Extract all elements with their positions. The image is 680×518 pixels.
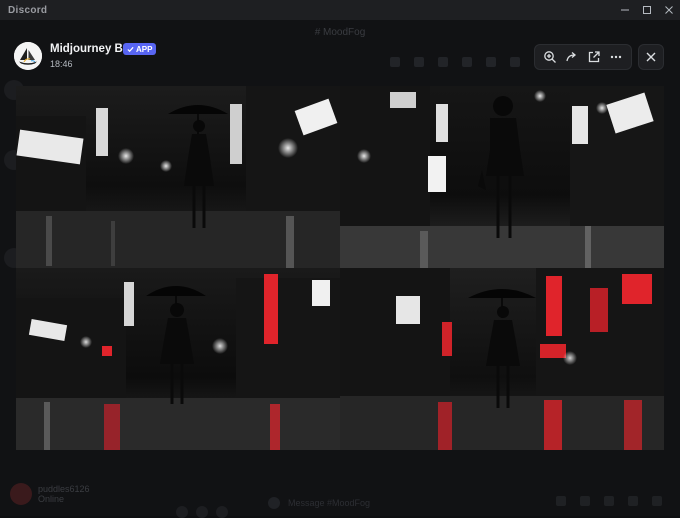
- rainy-street-image-4: [340, 268, 664, 450]
- generated-image-3[interactable]: [16, 268, 340, 450]
- app-badge: APP: [123, 43, 157, 55]
- sailboat-logo-icon: [14, 42, 42, 70]
- rainy-street-image-3: [16, 268, 340, 450]
- more-dots-icon: [610, 55, 622, 59]
- open-external-icon: [588, 51, 600, 63]
- forward-arrow-icon: [566, 52, 577, 62]
- window-controls: [614, 0, 680, 20]
- app-badge-label: APP: [136, 44, 153, 54]
- emoji-icon: [628, 496, 638, 506]
- sticker-icon: [604, 496, 614, 506]
- voice-controls: [176, 506, 228, 518]
- input-tools: [556, 496, 662, 506]
- verified-check-icon: [127, 46, 134, 52]
- app-name: Discord: [8, 4, 48, 16]
- viewer-header: Midjourney Bot APP 18:46: [0, 38, 680, 78]
- viewer-action-bar: [534, 44, 632, 70]
- minimize-button[interactable]: [614, 0, 636, 20]
- maximize-button[interactable]: [636, 0, 658, 20]
- mic-icon: [176, 506, 188, 518]
- gift-icon: [556, 496, 566, 506]
- message-timestamp: 18:46: [50, 59, 73, 69]
- generated-image-1[interactable]: [16, 86, 340, 268]
- settings-icon: [216, 506, 228, 518]
- more-options-button[interactable]: [607, 48, 625, 66]
- user-name: puddles6126: [38, 484, 90, 494]
- minimize-icon: [621, 9, 629, 11]
- headphones-icon: [196, 506, 208, 518]
- gif-icon: [580, 496, 590, 506]
- maximize-icon: [643, 6, 651, 14]
- message-input: Message #MoodFog: [262, 492, 672, 514]
- zoom-in-icon: [544, 51, 556, 63]
- author-avatar[interactable]: [14, 42, 42, 70]
- window-title-bar: Discord: [0, 0, 680, 20]
- close-viewer-button[interactable]: [638, 44, 664, 70]
- close-icon: [646, 52, 656, 62]
- open-in-browser-button[interactable]: [585, 48, 603, 66]
- rainy-street-image-2: [340, 86, 664, 268]
- message-placeholder: Message #MoodFog: [288, 498, 371, 508]
- user-status: Online: [38, 494, 65, 504]
- plus-icon: [268, 497, 280, 509]
- apps-icon: [652, 496, 662, 506]
- user-panel: puddles6126 Online: [10, 480, 260, 508]
- forward-button[interactable]: [563, 48, 581, 66]
- close-window-button[interactable]: [658, 0, 680, 20]
- author-name[interactable]: Midjourney Bot: [50, 43, 134, 55]
- image-grid: [16, 86, 664, 450]
- generated-image-4[interactable]: [340, 268, 664, 450]
- rainy-street-image-1: [16, 86, 340, 268]
- close-icon: [665, 6, 673, 14]
- user-avatar: [10, 483, 32, 505]
- generated-image-2[interactable]: [340, 86, 664, 268]
- zoom-button[interactable]: [541, 48, 559, 66]
- channel-title: # MoodFog: [314, 26, 366, 38]
